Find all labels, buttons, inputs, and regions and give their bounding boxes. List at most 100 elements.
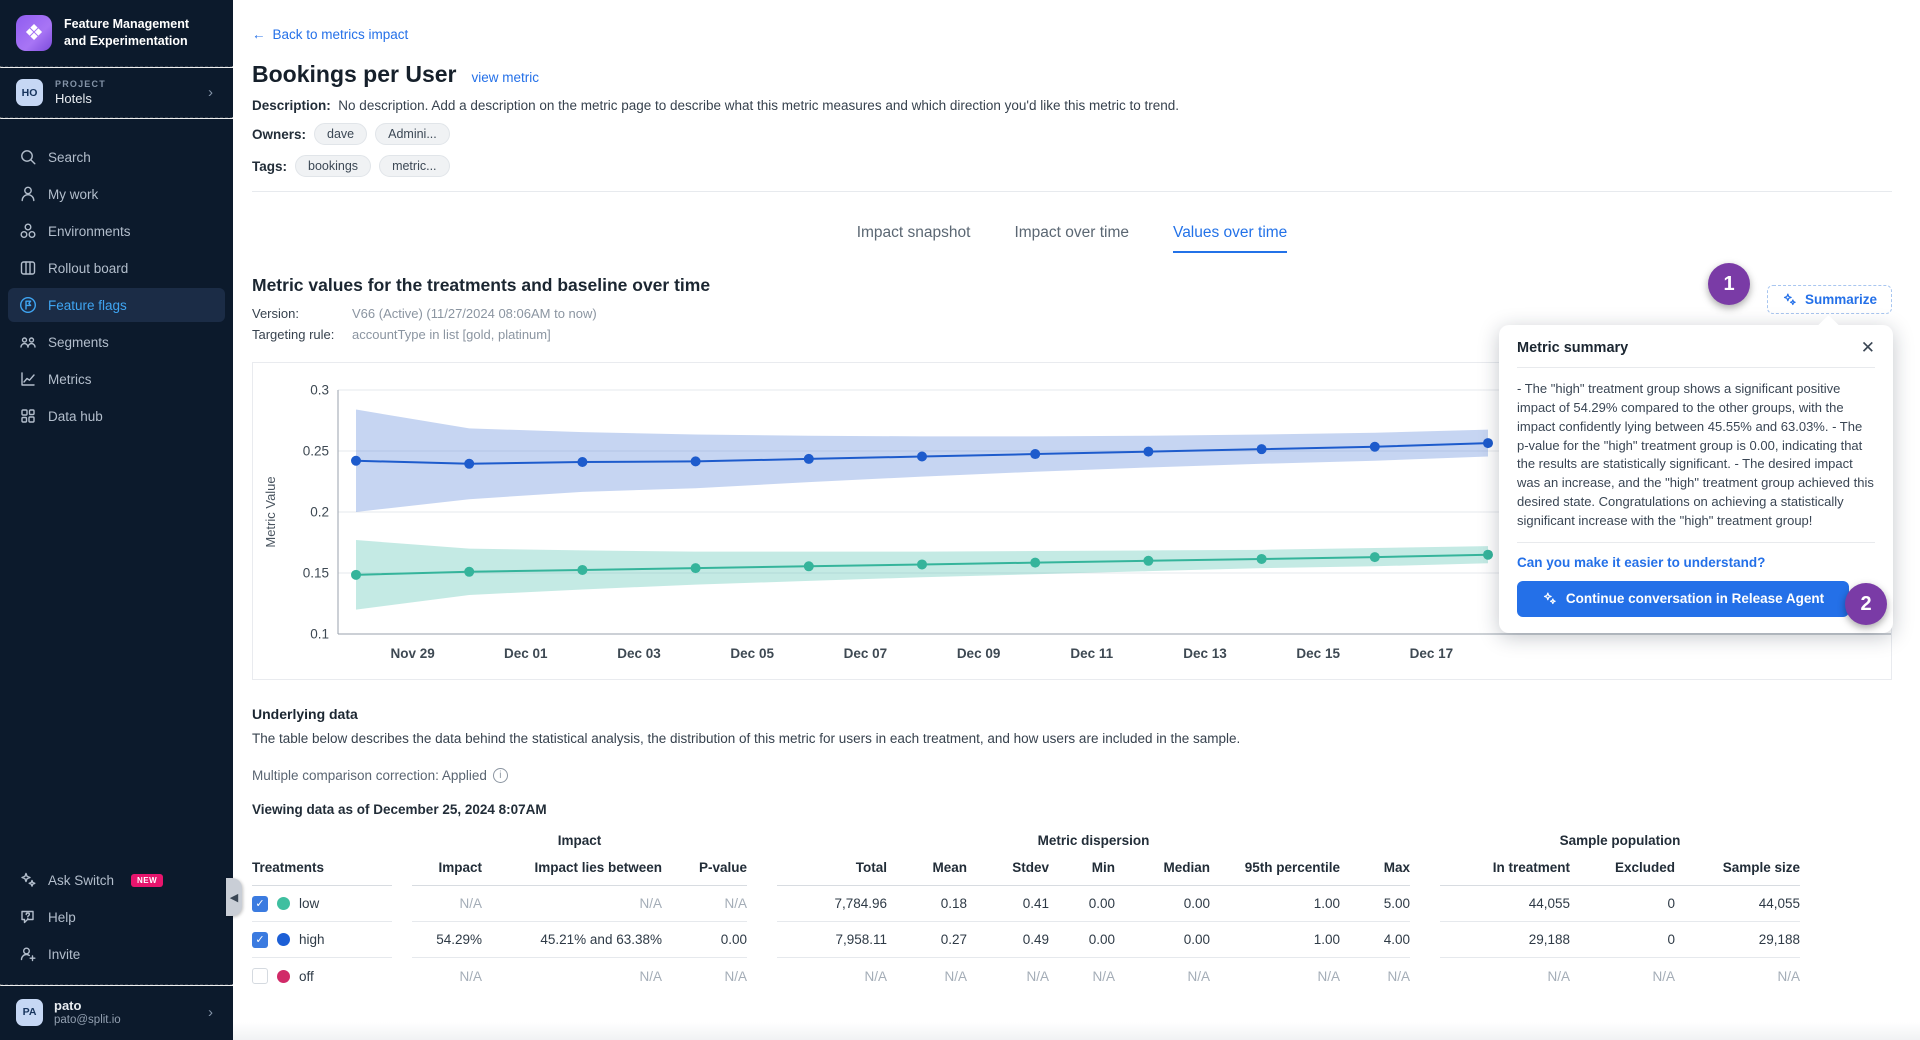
version-value: V66 (Active) (11/27/2024 08:06AM to now) bbox=[352, 306, 597, 321]
sidebar-footer-nav: Ask Switch NEW Help Invite bbox=[0, 860, 233, 974]
column-header: P-value bbox=[662, 856, 747, 886]
chevron-right-icon: › bbox=[208, 1004, 223, 1021]
project-label: PROJECT bbox=[55, 79, 196, 89]
treatment-checkbox[interactable]: ✓ bbox=[252, 896, 268, 912]
sidebar-item-rollout-board[interactable]: Rollout board bbox=[8, 251, 225, 285]
viewing-data-asof: Viewing data as of December 25, 2024 8:0… bbox=[252, 802, 1892, 817]
make-easier-link[interactable]: Can you make it easier to understand? bbox=[1517, 555, 1875, 570]
tab-impact-over-time[interactable]: Impact over time bbox=[1014, 224, 1129, 253]
table-cell: N/A bbox=[1440, 958, 1570, 994]
table-cell: 0 bbox=[1570, 922, 1675, 958]
table-cell: 1.00 bbox=[1210, 886, 1340, 922]
correction-label: Multiple comparison correction: Applied bbox=[252, 768, 487, 783]
panel-body-text: - The "high" treatment group shows a sig… bbox=[1517, 380, 1875, 531]
tab-impact-snapshot[interactable]: Impact snapshot bbox=[857, 224, 971, 253]
sidebar-item-label: Environments bbox=[48, 224, 131, 239]
version-row: Version: V66 (Active) (11/27/2024 08:06A… bbox=[252, 306, 710, 321]
app-logo[interactable]: ❖ Feature Management and Experimentation bbox=[0, 0, 233, 66]
table-cell: N/A bbox=[1675, 958, 1800, 994]
table-cell: 0.41 bbox=[967, 886, 1049, 922]
project-name: Hotels bbox=[55, 91, 196, 106]
metrics-icon bbox=[19, 370, 37, 388]
environments-icon bbox=[19, 222, 37, 240]
sidebar-item-my-work[interactable]: My work bbox=[8, 177, 225, 211]
version-label: Version: bbox=[252, 306, 352, 321]
project-switcher[interactable]: HO PROJECT Hotels › bbox=[0, 68, 233, 117]
owners-row: Owners: dave Admini... bbox=[252, 123, 1892, 145]
info-icon[interactable]: i bbox=[493, 768, 508, 783]
svg-text:0.3: 0.3 bbox=[310, 383, 329, 398]
svg-text:Nov 29: Nov 29 bbox=[390, 646, 434, 661]
continue-conversation-button[interactable]: Continue conversation in Release Agent bbox=[1517, 581, 1849, 617]
sidebar-divider bbox=[0, 117, 233, 119]
table-cell: N/A bbox=[967, 958, 1049, 994]
svg-text:Dec 07: Dec 07 bbox=[844, 646, 888, 661]
section-title: Metric values for the treatments and bas… bbox=[252, 275, 710, 296]
table-cell: 0.00 bbox=[1049, 886, 1115, 922]
table-cell: N/A bbox=[482, 886, 662, 922]
column-header: Impact bbox=[412, 856, 482, 886]
column-header: 95th percentile bbox=[1210, 856, 1340, 886]
table-cell: N/A bbox=[887, 958, 967, 994]
treatment-color-dot bbox=[277, 970, 290, 983]
project-badge: HO bbox=[16, 79, 43, 106]
underlying-data-description: The table below describes the data behin… bbox=[252, 731, 1892, 746]
annotation-badge-1: 1 bbox=[1708, 263, 1750, 305]
tab-values-over-time[interactable]: Values over time bbox=[1173, 224, 1287, 253]
treatment-color-dot bbox=[277, 933, 290, 946]
table-cell: 4.00 bbox=[1340, 922, 1410, 958]
view-metric-link[interactable]: view metric bbox=[472, 70, 540, 85]
column-header: Impact lies between bbox=[482, 856, 662, 886]
sidebar-item-help[interactable]: Help bbox=[8, 900, 225, 934]
search-icon bbox=[19, 148, 37, 166]
treatment-label: low bbox=[299, 896, 319, 911]
targeting-rule-label: Targeting rule: bbox=[252, 327, 352, 342]
panel-title: Metric summary bbox=[1517, 340, 1628, 356]
treatment-label: high bbox=[299, 932, 325, 947]
back-link[interactable]: ←Back to metrics impact bbox=[252, 27, 408, 42]
sidebar-item-segments[interactable]: Segments bbox=[8, 325, 225, 359]
table-cell: 1.00 bbox=[1210, 922, 1340, 958]
sidebar-collapse-handle[interactable]: ◀ bbox=[226, 878, 242, 916]
treatment-color-dot bbox=[277, 897, 290, 910]
user-menu[interactable]: PA pato pato@split.io › bbox=[0, 986, 233, 1040]
segments-icon bbox=[19, 333, 37, 351]
sidebar-item-ask-switch[interactable]: Ask Switch NEW bbox=[8, 863, 225, 897]
sidebar-item-label: Segments bbox=[48, 335, 109, 350]
table-cell: N/A bbox=[1115, 958, 1210, 994]
sidebar-item-metrics[interactable]: Metrics bbox=[8, 362, 225, 396]
sidebar-item-feature-flags[interactable]: Feature flags bbox=[8, 288, 225, 322]
invite-icon bbox=[19, 945, 37, 963]
table-cell: 7,784.96 bbox=[777, 886, 887, 922]
owner-pill[interactable]: Admini... bbox=[375, 123, 450, 145]
column-header: Median bbox=[1115, 856, 1210, 886]
sidebar-item-search[interactable]: Search bbox=[8, 140, 225, 174]
svg-text:Dec 11: Dec 11 bbox=[1070, 646, 1113, 661]
tag-pill[interactable]: metric... bbox=[379, 155, 449, 177]
table-cell: 0.49 bbox=[967, 922, 1049, 958]
treatment-checkbox[interactable]: ✓ bbox=[252, 932, 268, 948]
sidebar-item-environments[interactable]: Environments bbox=[8, 214, 225, 248]
table-cell: 0.00 bbox=[662, 922, 747, 958]
column-header: Max bbox=[1340, 856, 1410, 886]
sidebar-nav: Search My work Environments Rollout boar… bbox=[0, 137, 233, 436]
sidebar-item-label: My work bbox=[48, 187, 98, 202]
sparkle-icon bbox=[1542, 591, 1557, 606]
user-avatar: PA bbox=[16, 999, 43, 1026]
targeting-rule-row: Targeting rule: accountType in list [gol… bbox=[252, 327, 710, 342]
owner-pill[interactable]: dave bbox=[314, 123, 367, 145]
user-name: pato bbox=[54, 998, 197, 1013]
table-cell: 44,055 bbox=[1440, 886, 1570, 922]
sidebar-item-invite[interactable]: Invite bbox=[8, 937, 225, 971]
summarize-button[interactable]: Summarize bbox=[1767, 285, 1892, 314]
sparkle-icon bbox=[1782, 292, 1797, 307]
svg-text:Metric Value: Metric Value bbox=[263, 476, 278, 547]
chevron-right-icon: › bbox=[208, 84, 223, 101]
sidebar-item-label: Metrics bbox=[48, 372, 92, 387]
tag-pill[interactable]: bookings bbox=[295, 155, 371, 177]
table-cell: 5.00 bbox=[1340, 886, 1410, 922]
sidebar-item-data-hub[interactable]: Data hub bbox=[8, 399, 225, 433]
close-icon[interactable]: ✕ bbox=[1861, 339, 1875, 356]
correction-row: Multiple comparison correction: Applied … bbox=[252, 768, 1892, 783]
treatment-checkbox[interactable] bbox=[252, 968, 268, 984]
